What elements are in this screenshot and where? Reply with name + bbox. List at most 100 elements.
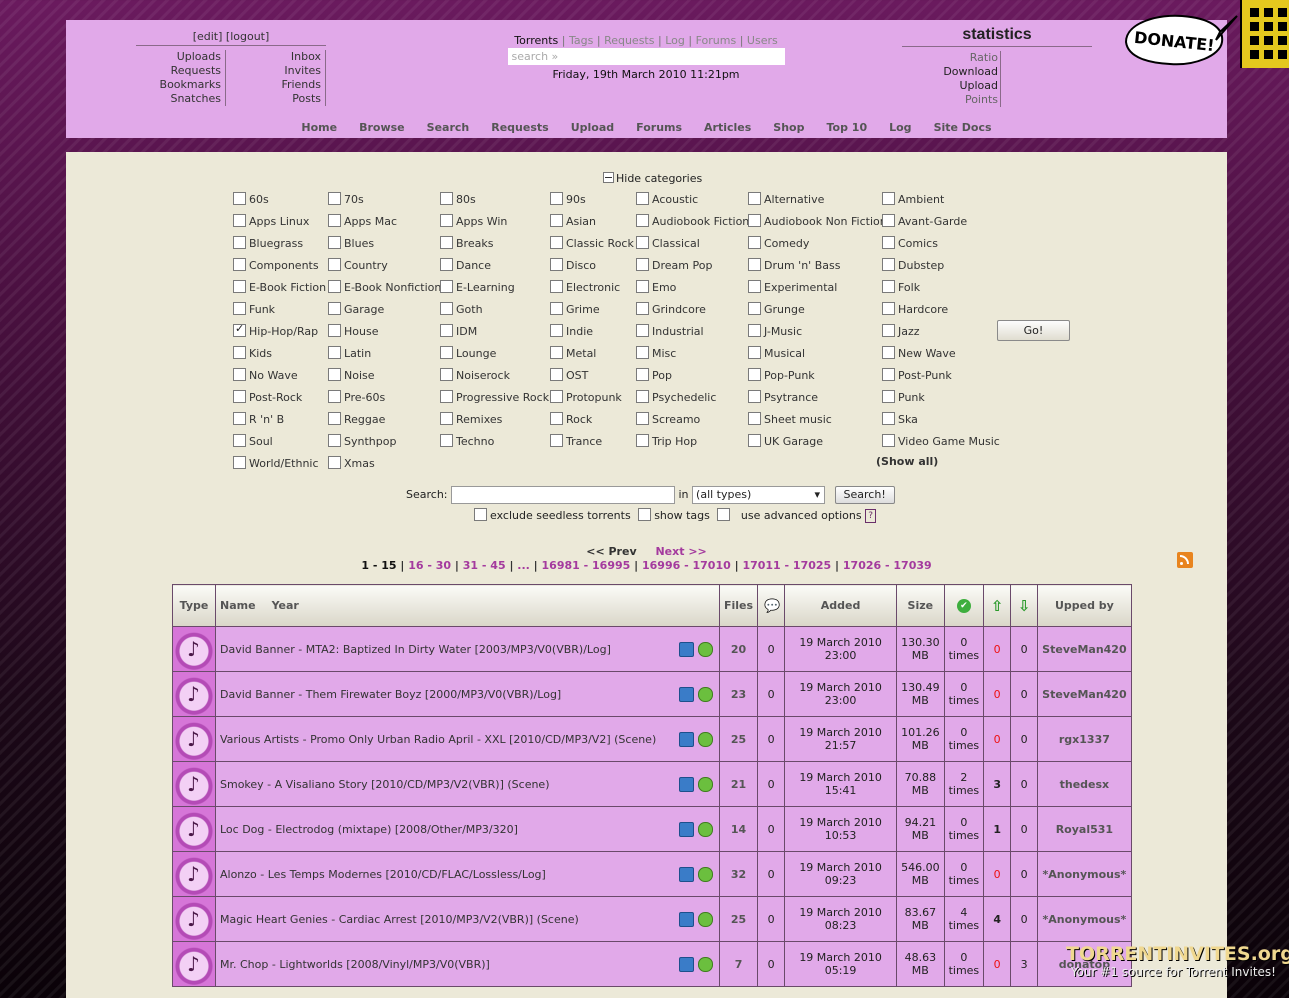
category-checkbox[interactable]: Acoustic [636, 192, 698, 206]
checkbox[interactable] [440, 346, 453, 359]
col-seeders[interactable]: ⇧ [983, 584, 1012, 627]
checkbox[interactable] [748, 390, 761, 403]
col-files[interactable]: Files [718, 584, 759, 627]
category-checkbox[interactable]: Asian [550, 214, 596, 228]
checkbox[interactable] [328, 302, 341, 315]
tab-torrents[interactable]: Torrents [514, 34, 558, 47]
category-checkbox[interactable]: Electronic [550, 280, 620, 294]
checkbox[interactable] [748, 236, 761, 249]
uploads-link[interactable]: Uploads [136, 50, 221, 64]
download-icon[interactable] [679, 642, 694, 657]
checkbox[interactable] [440, 280, 453, 293]
hip-hop-category-icon[interactable] [173, 897, 215, 941]
checkbox[interactable] [550, 258, 563, 271]
category-checkbox[interactable]: World/Ethnic [233, 456, 319, 470]
category-checkbox[interactable]: Ambient [882, 192, 944, 206]
bookmark-plus-icon[interactable] [698, 867, 713, 882]
go-button[interactable]: Go! [997, 320, 1070, 341]
type-cell[interactable] [172, 626, 216, 672]
category-checkbox[interactable]: Goth [440, 302, 483, 316]
checkbox[interactable] [550, 192, 563, 205]
category-checkbox[interactable]: Hardcore [882, 302, 948, 316]
bookmark-plus-icon[interactable] [698, 642, 713, 657]
category-checkbox[interactable]: J-Music [748, 324, 802, 338]
category-checkbox[interactable]: Psytrance [748, 390, 818, 404]
checkbox[interactable] [748, 214, 761, 227]
checkbox[interactable] [440, 324, 453, 337]
checkbox[interactable] [882, 280, 895, 293]
checkbox[interactable] [328, 280, 341, 293]
nav-item[interactable]: Top 10 [826, 121, 867, 134]
category-checkbox[interactable]: Xmas [328, 456, 375, 470]
uploader-link[interactable]: Royal531 [1037, 806, 1132, 852]
checkbox[interactable] [636, 368, 649, 381]
category-checkbox[interactable]: Apps Mac [328, 214, 397, 228]
category-checkbox[interactable]: 90s [550, 192, 586, 206]
torrent-name-link[interactable]: Mr. Chop - Lightworlds [2008/Vinyl/MP3/V… [220, 958, 490, 971]
checkbox[interactable] [233, 302, 246, 315]
advanced-options-checkbox[interactable] [717, 508, 731, 521]
checkbox[interactable] [550, 302, 563, 315]
checkbox[interactable] [440, 214, 453, 227]
hip-hop-category-icon[interactable] [173, 942, 215, 986]
checkbox[interactable] [440, 412, 453, 425]
type-select[interactable]: (all types) [692, 486, 826, 504]
torrent-name-link[interactable]: Loc Dog - Electrodog (mixtape) [2008/Oth… [220, 823, 518, 836]
category-checkbox[interactable]: Classical [636, 236, 700, 250]
uploader-link[interactable]: *Anonymous* [1037, 896, 1132, 942]
nav-item[interactable]: Requests [491, 121, 548, 134]
page-link[interactable]: 16 - 30 [408, 559, 451, 572]
category-checkbox[interactable]: Psychedelic [636, 390, 716, 404]
category-checkbox[interactable]: Folk [882, 280, 920, 294]
checkbox[interactable] [440, 192, 453, 205]
torrent-name-link[interactable]: Various Artists - Promo Only Urban Radio… [220, 733, 656, 746]
checkbox[interactable] [636, 214, 649, 227]
category-checkbox[interactable]: Soul [233, 434, 273, 448]
category-checkbox[interactable]: Noiserock [440, 368, 510, 382]
torrent-name-link[interactable]: Magic Heart Genies - Cardiac Arrest [201… [220, 913, 579, 926]
download-icon[interactable] [679, 732, 694, 747]
checkbox[interactable] [636, 346, 649, 359]
category-checkbox[interactable]: Punk [882, 390, 925, 404]
category-checkbox[interactable]: Noise [328, 368, 375, 382]
checkbox[interactable] [882, 368, 895, 381]
category-checkbox[interactable]: Breaks [440, 236, 493, 250]
download-icon[interactable] [679, 687, 694, 702]
hip-hop-category-icon[interactable] [173, 627, 215, 671]
category-checkbox[interactable]: Ska [882, 412, 918, 426]
uploader-link[interactable]: *Anonymous* [1037, 851, 1132, 897]
checkbox[interactable] [550, 236, 563, 249]
category-checkbox[interactable]: Garage [328, 302, 384, 316]
checkbox[interactable] [550, 280, 563, 293]
category-checkbox[interactable]: Funk [233, 302, 275, 316]
requests-link[interactable]: Requests [136, 64, 221, 78]
category-checkbox[interactable]: Kids [233, 346, 272, 360]
next-link[interactable]: Next >> [655, 545, 706, 558]
category-checkbox[interactable]: UK Garage [748, 434, 823, 448]
checkbox[interactable] [748, 368, 761, 381]
checkbox[interactable] [440, 258, 453, 271]
checkbox[interactable] [882, 302, 895, 315]
category-checkbox[interactable]: Dubstep [882, 258, 944, 272]
download-icon[interactable] [679, 822, 694, 837]
bookmark-plus-icon[interactable] [698, 912, 713, 927]
category-checkbox[interactable]: Trip Hop [636, 434, 697, 448]
checkbox[interactable] [328, 456, 341, 469]
tab-forums[interactable]: Forums [696, 34, 737, 47]
checkbox[interactable] [882, 390, 895, 403]
page-link[interactable]: ... [517, 559, 530, 572]
checkbox[interactable] [882, 434, 895, 447]
bookmark-plus-icon[interactable] [698, 687, 713, 702]
category-checkbox[interactable]: Country [328, 258, 388, 272]
checkbox[interactable] [748, 302, 761, 315]
checkbox[interactable] [328, 236, 341, 249]
category-checkbox[interactable]: 70s [328, 192, 364, 206]
torrent-name-link[interactable]: Alonzo - Les Temps Modernes [2010/CD/FLA… [220, 868, 546, 881]
col-comments[interactable]: 💬 [757, 584, 786, 627]
uploader-link[interactable]: SteveMan420 [1037, 626, 1132, 672]
exclude-seedless-checkbox[interactable] [474, 508, 487, 521]
snatches-link[interactable]: Snatches [136, 92, 221, 106]
torrent-name-link[interactable]: Smokey - A Visaliano Story [2010/CD/MP3/… [220, 778, 550, 791]
nav-item[interactable]: Upload [571, 121, 614, 134]
checkbox[interactable] [550, 324, 563, 337]
